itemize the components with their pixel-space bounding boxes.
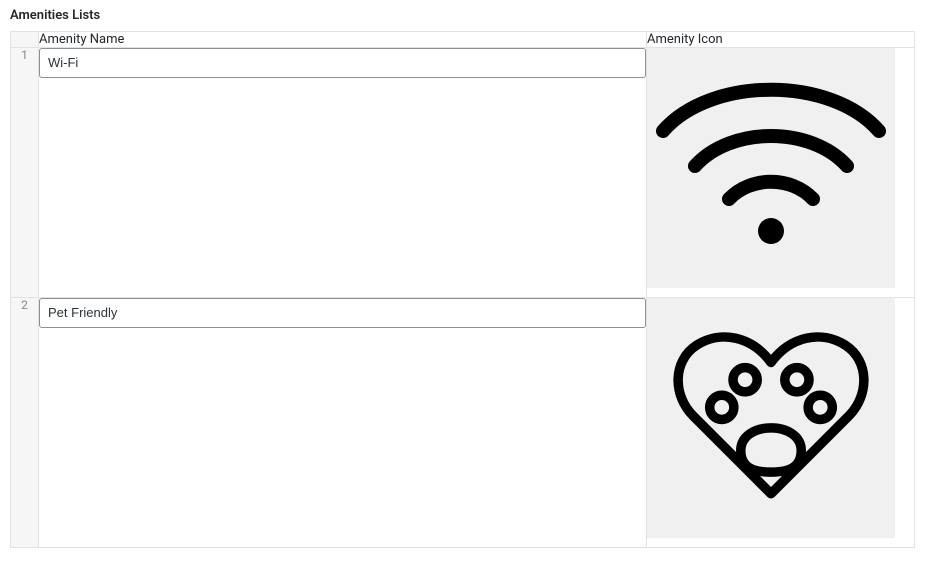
table-row: 1: [11, 48, 915, 298]
col-header-icon: Amenity Icon: [647, 32, 915, 48]
paw-heart-icon: [651, 321, 891, 515]
section-title: Amenities Lists: [10, 8, 915, 23]
wifi-icon: [651, 71, 891, 265]
amenity-name-input[interactable]: [39, 298, 646, 328]
table-row: 2: [11, 298, 915, 548]
row-index: 2: [11, 298, 39, 548]
col-header-name: Amenity Name: [39, 32, 647, 48]
col-header-index: [11, 32, 39, 48]
amenity-icon-preview[interactable]: [647, 48, 895, 288]
amenity-name-input[interactable]: [39, 48, 646, 78]
amenities-table: Amenity Name Amenity Icon 1: [10, 31, 915, 548]
row-index: 1: [11, 48, 39, 298]
amenity-icon-preview[interactable]: [647, 298, 895, 538]
